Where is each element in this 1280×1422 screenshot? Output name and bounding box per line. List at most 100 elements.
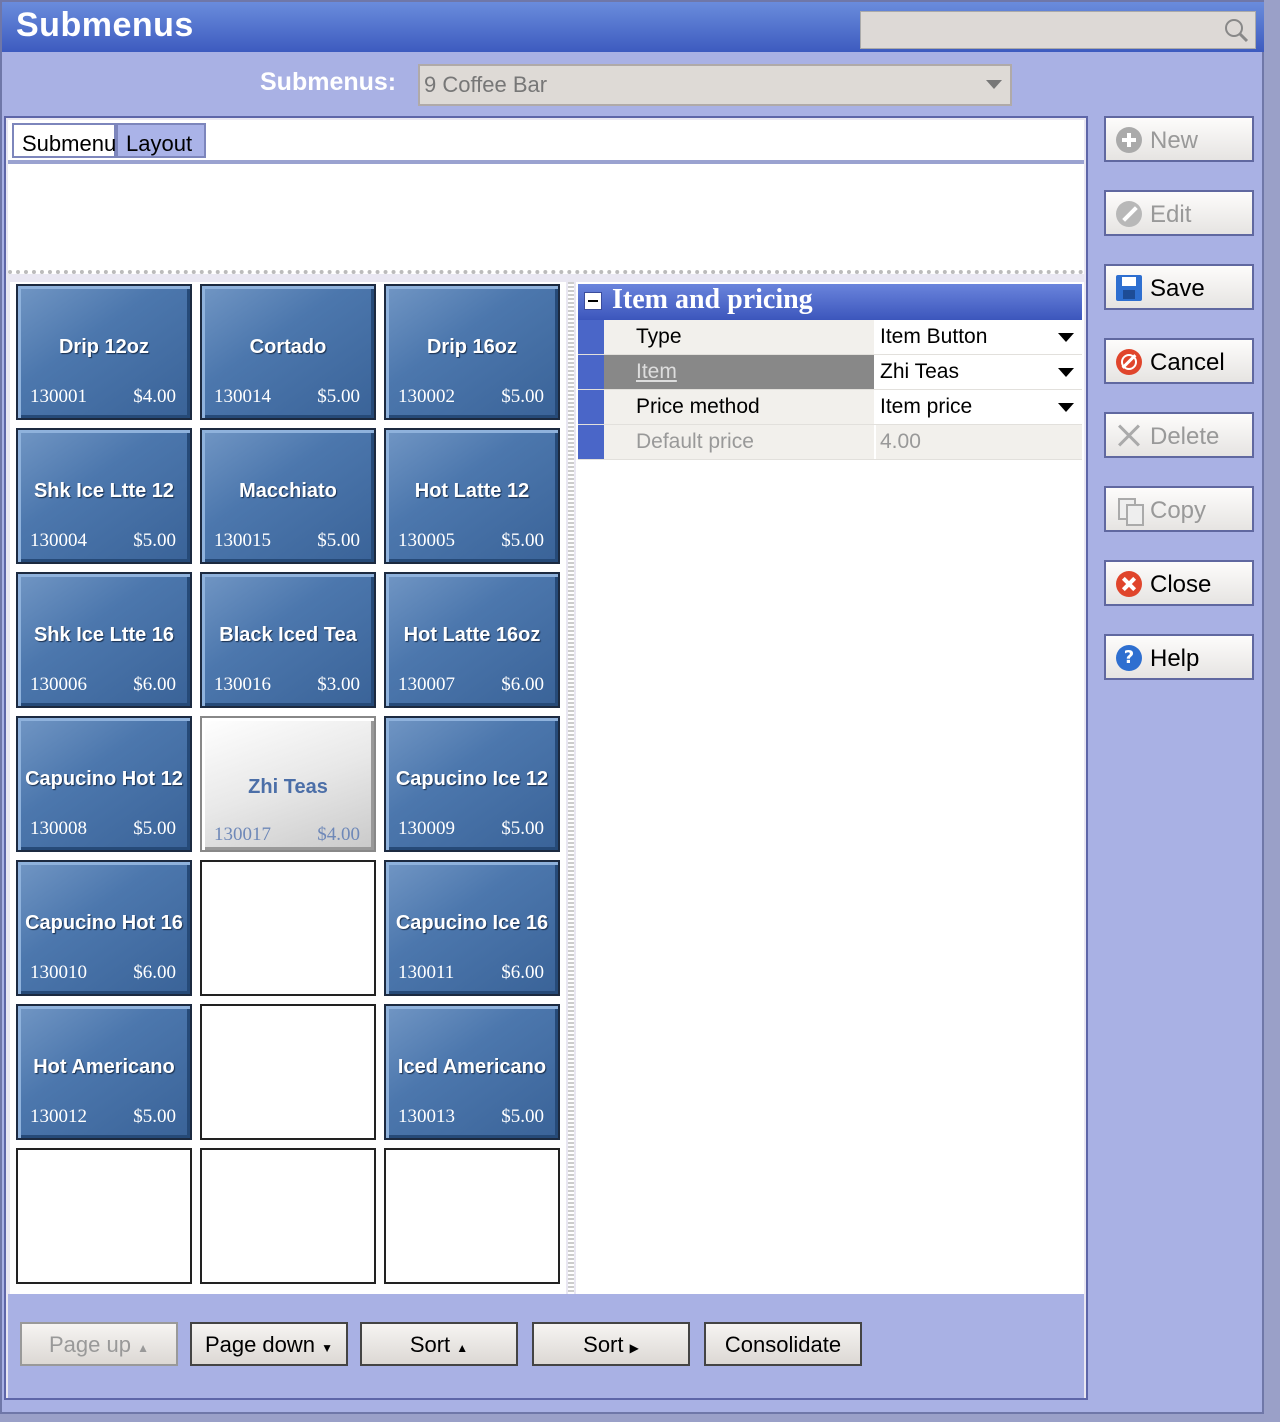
menu-item-button[interactable]: Capucino Hot 16 130010 $6.00: [16, 860, 192, 996]
x-icon: [1116, 423, 1142, 449]
property-section-header: Item and pricing: [578, 284, 1082, 320]
menu-item-number: 130008: [30, 818, 87, 839]
delete-label: Delete: [1150, 423, 1220, 450]
menu-item-number: 130013: [398, 1106, 455, 1127]
dropdown-arrow-icon[interactable]: [1058, 403, 1074, 412]
menu-item-price: $5.00: [133, 818, 176, 839]
close-button[interactable]: Close: [1104, 560, 1254, 606]
menu-item-number: 130015: [214, 530, 271, 551]
property-value-item[interactable]: Zhi Teas: [876, 355, 1082, 389]
menu-item-number: 130002: [398, 386, 455, 407]
menu-item-number: 130012: [30, 1106, 87, 1127]
menu-item-name: Drip 16oz: [426, 336, 518, 358]
menu-item-button[interactable]: Shk Ice Ltte 16 130006 $6.00: [16, 572, 192, 708]
delete-button[interactable]: Delete: [1104, 412, 1254, 458]
title-bar: Submenus: [2, 2, 1264, 52]
menu-item-name: Capucino Ice 16: [395, 912, 549, 934]
property-value: Item price: [880, 395, 973, 418]
save-button[interactable]: Save: [1104, 264, 1254, 310]
menu-item-button[interactable]: Hot Latte 16oz 130007 $6.00: [384, 572, 560, 708]
empty-button-slot[interactable]: [200, 1004, 376, 1140]
help-label: Help: [1150, 645, 1200, 672]
menu-item-name: Hot Latte 12: [414, 480, 530, 502]
property-section-title: Item and pricing: [612, 284, 813, 315]
menu-item-name: Macchiato: [239, 480, 337, 502]
menu-item-name: Shk Ice Ltte 16: [33, 624, 175, 646]
consolidate-button[interactable]: Consolidate: [704, 1322, 862, 1366]
menu-item-number: 130009: [398, 818, 455, 839]
menu-item-price: $5.00: [317, 386, 360, 407]
submenus-window: Submenus Submenus: 9 Coffee Bar Submenu …: [0, 0, 1264, 1414]
property-row-type[interactable]: Type Item Button: [578, 320, 1082, 355]
menu-item-name: Iced Americano: [397, 1056, 547, 1078]
row-gutter: [578, 425, 604, 459]
copy-button[interactable]: Copy: [1104, 486, 1254, 532]
dropdown-arrow-icon[interactable]: [1058, 368, 1074, 377]
menu-item-button[interactable]: Macchiato 130015 $5.00: [200, 428, 376, 564]
menu-item-button[interactable]: Zhi Teas 130017 $4.00: [200, 716, 376, 852]
main-panel: Submenu Layout Drip 12oz 130001 $4.00 Corta…: [4, 116, 1088, 1400]
tab-submenu[interactable]: Submenu: [12, 123, 116, 158]
menu-item-price: $6.00: [501, 962, 544, 983]
page-down-button[interactable]: Page down ▼: [190, 1322, 348, 1366]
property-row-item[interactable]: Item Zhi Teas: [578, 355, 1082, 390]
property-value-type[interactable]: Item Button: [876, 320, 1082, 354]
empty-button-slot[interactable]: [16, 1148, 192, 1284]
menu-item-button[interactable]: Hot Latte 12 130005 $5.00: [384, 428, 560, 564]
tab-layout[interactable]: Layout: [116, 123, 206, 158]
search-input[interactable]: [860, 11, 1256, 49]
panel-splitter[interactable]: [568, 282, 574, 1294]
menu-item-number: 130011: [398, 962, 455, 983]
menu-item-price: $4.00: [317, 824, 360, 845]
chevron-down-icon[interactable]: [986, 80, 1002, 89]
menu-item-name: Hot Latte 16oz: [403, 624, 541, 646]
menu-item-button[interactable]: Black Iced Tea 130016 $3.00: [200, 572, 376, 708]
menu-item-number: 130001: [30, 386, 87, 407]
menu-item-button[interactable]: Capucino Ice 12 130009 $5.00: [384, 716, 560, 852]
empty-button-slot[interactable]: [384, 1148, 560, 1284]
sort-right-button[interactable]: Sort ▶: [532, 1322, 690, 1366]
empty-button-slot[interactable]: [200, 860, 376, 996]
close-icon: [1116, 571, 1142, 597]
menu-item-number: 130016: [214, 674, 271, 695]
menu-item-button[interactable]: Capucino Hot 12 130008 $5.00: [16, 716, 192, 852]
row-gutter: [578, 355, 604, 389]
menu-item-button[interactable]: Capucino Ice 16 130011 $6.00: [384, 860, 560, 996]
property-key[interactable]: Item: [604, 355, 874, 389]
collapse-icon[interactable]: [584, 292, 602, 310]
edit-label: Edit: [1150, 201, 1192, 228]
menu-item-button[interactable]: Drip 16oz 130002 $5.00: [384, 284, 560, 420]
page-up-button[interactable]: Page up ▲: [20, 1322, 178, 1366]
menu-item-name: Cortado: [249, 336, 327, 358]
dropdown-arrow-icon[interactable]: [1058, 333, 1074, 342]
new-button[interactable]: New: [1104, 116, 1254, 162]
row-gutter: [578, 320, 604, 354]
arrow-right-icon: ▶: [629, 1341, 639, 1355]
help-icon: ?: [1116, 645, 1142, 671]
arrow-up-icon: ▲: [137, 1341, 149, 1355]
close-label: Close: [1150, 571, 1212, 598]
menu-item-price: $5.00: [501, 386, 544, 407]
help-button[interactable]: ? Help: [1104, 634, 1254, 680]
menu-item-name: Capucino Hot 16: [25, 912, 183, 934]
menu-item-button[interactable]: Iced Americano 130013 $5.00: [384, 1004, 560, 1140]
search-icon[interactable]: [1223, 17, 1249, 43]
property-row-price-method[interactable]: Price method Item price: [578, 390, 1082, 425]
menu-item-number: 130006: [30, 674, 87, 695]
submenu-dropdown[interactable]: 9 Coffee Bar: [418, 64, 1012, 106]
empty-button-slot[interactable]: [200, 1148, 376, 1284]
cancel-label: Cancel: [1150, 349, 1225, 376]
menu-item-button[interactable]: Shk Ice Ltte 12 130004 $5.00: [16, 428, 192, 564]
menu-item-button[interactable]: Cortado 130014 $5.00: [200, 284, 376, 420]
menu-item-button[interactable]: Hot Americano 130012 $5.00: [16, 1004, 192, 1140]
cancel-button[interactable]: Cancel: [1104, 338, 1254, 384]
page-up-label: Page up: [49, 1332, 131, 1357]
menu-item-name: Hot Americano: [33, 1056, 175, 1078]
sort-up-button[interactable]: Sort ▲: [360, 1322, 518, 1366]
cancel-icon: [1116, 349, 1142, 375]
copy-icon: [1116, 497, 1144, 526]
menu-item-button[interactable]: Drip 12oz 130001 $4.00: [16, 284, 192, 420]
edit-button[interactable]: Edit: [1104, 190, 1254, 236]
menu-item-price: $5.00: [317, 530, 360, 551]
property-value-price-method[interactable]: Item price: [876, 390, 1082, 424]
